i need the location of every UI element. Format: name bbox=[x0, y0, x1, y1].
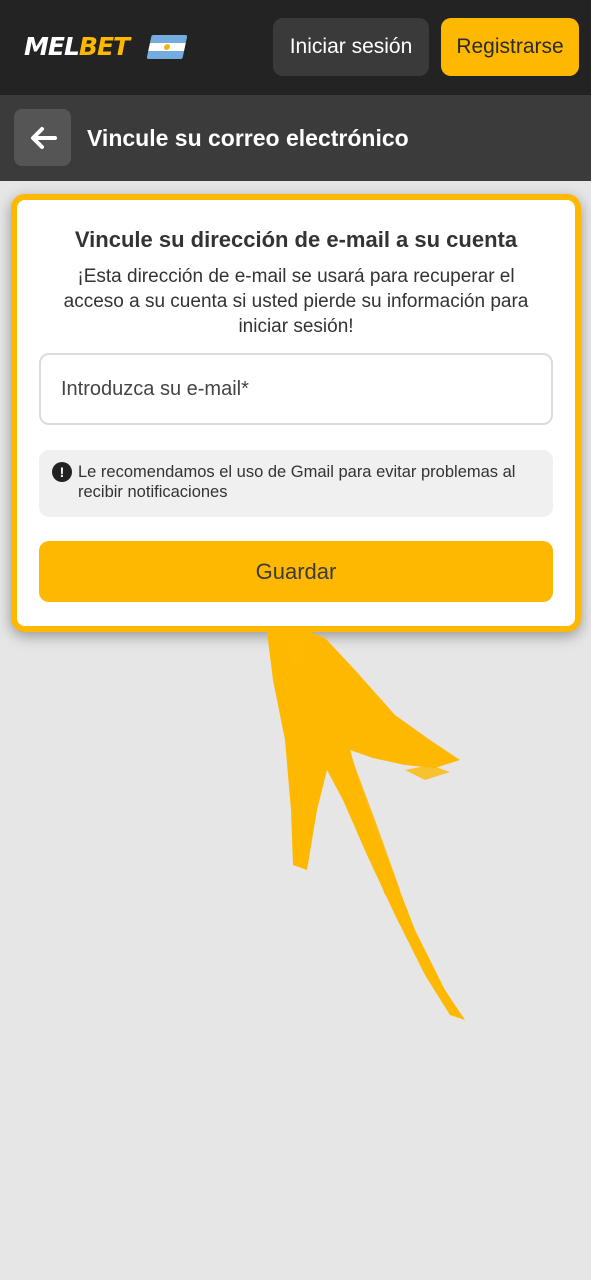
save-button[interactable]: Guardar bbox=[39, 541, 553, 602]
card-description: ¡Esta dirección de e-mail se usará para … bbox=[63, 266, 529, 337]
argentina-flag-icon bbox=[146, 35, 188, 59]
card-title: Vincule su dirección de e-mail a su cuen… bbox=[74, 227, 518, 252]
top-bar: MELBET Iniciar sesión Registrarse bbox=[0, 0, 591, 95]
arrow-pointer-icon bbox=[267, 626, 465, 1020]
page-header: Vincule su correo electrónico bbox=[0, 95, 591, 181]
link-email-card: Vincule su dirección de e-mail a su cuen… bbox=[11, 194, 581, 632]
logo-text-bet: BET bbox=[78, 32, 130, 61]
page-title: Vincule su correo electrónico bbox=[87, 125, 409, 151]
melbet-logo[interactable]: MELBET bbox=[24, 32, 130, 62]
exclamation-icon: ! bbox=[52, 462, 72, 482]
notice-text: Le recomendamos el uso de Gmail para evi… bbox=[78, 463, 516, 501]
email-input[interactable] bbox=[39, 353, 553, 425]
login-button[interactable]: Iniciar sesión bbox=[273, 18, 429, 76]
back-button[interactable] bbox=[14, 109, 71, 166]
gmail-notice: ! Le recomendamos el uso de Gmail para e… bbox=[39, 450, 553, 517]
register-button[interactable]: Registrarse bbox=[441, 18, 579, 76]
logo-text-mel: MEL bbox=[24, 32, 80, 61]
arrow-left-icon bbox=[30, 126, 57, 149]
